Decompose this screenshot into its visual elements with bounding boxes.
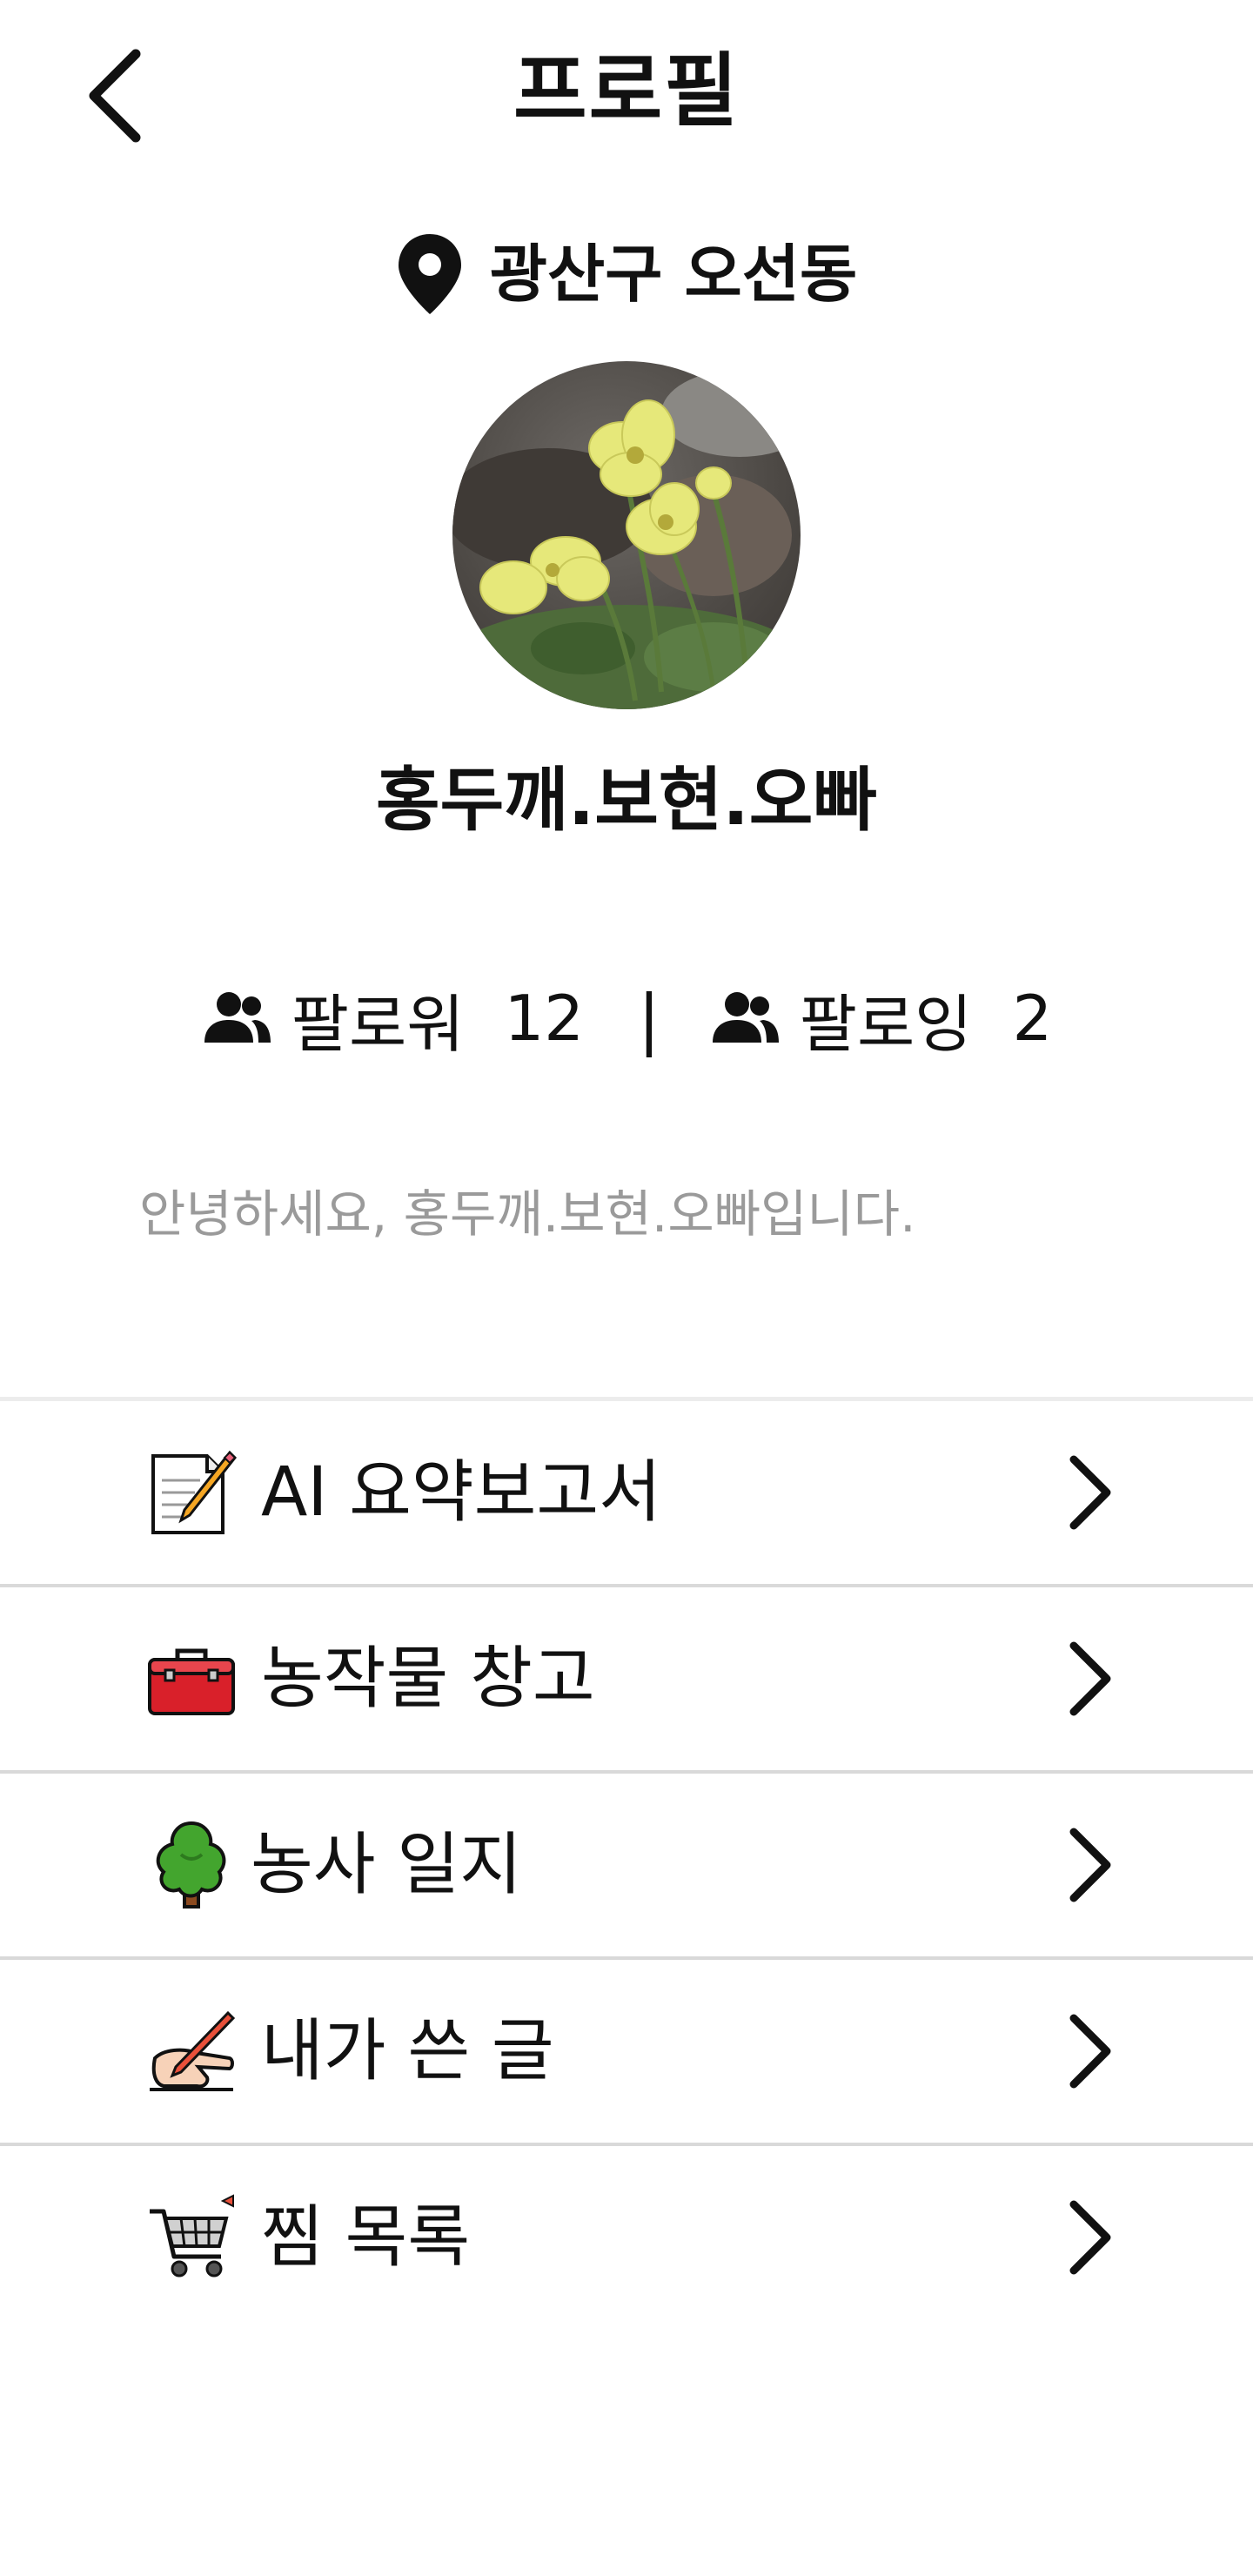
users-icon (204, 992, 271, 1043)
header-bar: 프로필 (0, 0, 1253, 183)
following-count: 2 (1012, 982, 1053, 1055)
menu-item-crop-storage[interactable]: 농작물 창고 (0, 1587, 1253, 1774)
menu-item-ai-report[interactable]: AI 요약보고서 (0, 1401, 1253, 1587)
users-icon (712, 992, 779, 1043)
stats-separator: | (638, 979, 660, 1057)
flower-photo (452, 361, 801, 709)
memo-icon (146, 1447, 237, 1538)
menu-item-label: 농작물 창고 (261, 1640, 595, 1718)
chevron-right-icon (1063, 2196, 1116, 2279)
menu-item-wishlist[interactable]: 찜 목록 (0, 2146, 1253, 2329)
chevron-right-icon (1063, 2009, 1116, 2093)
profile-menu: AI 요약보고서 농작물 창고 농사 일지 내가 쓴 글 찜 목록 (0, 1397, 1253, 2329)
follow-stats: 팔로워 12 | 팔로잉 2 (0, 966, 1253, 1070)
toolbox-icon (146, 1633, 237, 1724)
page-title: 프로필 (513, 44, 740, 138)
following-button[interactable]: 팔로잉 2 (709, 973, 1053, 1064)
menu-item-label: 내가 쓴 글 (261, 2012, 554, 2090)
writing-hand-icon (146, 2006, 237, 2096)
profile-avatar[interactable] (452, 361, 801, 709)
menu-item-label: 찜 목록 (261, 2198, 471, 2277)
following-label: 팔로잉 (799, 987, 973, 1061)
menu-item-my-posts[interactable]: 내가 쓴 글 (0, 1960, 1253, 2146)
chevron-right-icon (1063, 1823, 1116, 1907)
menu-item-label: 농사 일지 (251, 1826, 522, 1904)
chevron-right-icon (1063, 1637, 1116, 1721)
shopping-cart-icon (146, 2192, 237, 2283)
location-row: 광산구 오선동 (0, 231, 1253, 318)
profile-bio: 안녕하세요, 홍두깨.보현.오빠입니다. (139, 1184, 916, 1244)
followers-count: 12 (504, 982, 585, 1055)
map-pin-icon (398, 234, 461, 314)
followers-label: 팔로워 (291, 987, 465, 1061)
location-text: 광산구 오선동 (489, 238, 858, 311)
followers-button[interactable]: 팔로워 12 (201, 973, 584, 1064)
username: 홍두깨.보현.오빠 (376, 760, 877, 841)
menu-item-label: AI 요약보고서 (261, 1453, 661, 1532)
chevron-right-icon (1063, 1451, 1116, 1534)
menu-item-farm-journal[interactable]: 농사 일지 (0, 1774, 1253, 1960)
tree-icon (146, 1820, 237, 1910)
